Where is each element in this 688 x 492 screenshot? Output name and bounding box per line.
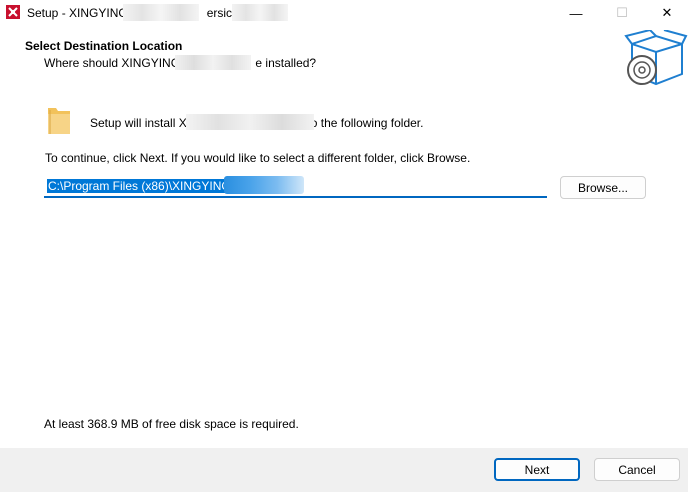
path-redaction xyxy=(224,176,304,194)
next-button[interactable]: Next xyxy=(494,458,580,481)
title-bar: Setup - XINGYING ersic — ☐ ✕ xyxy=(0,0,688,26)
cancel-button[interactable]: Cancel xyxy=(594,458,680,481)
close-button[interactable]: ✕ xyxy=(644,0,688,26)
title-redaction xyxy=(123,4,199,21)
subtitle-redaction xyxy=(175,55,251,70)
continue-instructions: To continue, click Next. If you would li… xyxy=(45,151,471,165)
folder-icon xyxy=(48,108,70,134)
wizard-header: Select Destination Location Where should… xyxy=(0,26,688,95)
disk-space-requirement: At least 368.9 MB of free disk space is … xyxy=(44,417,299,431)
install-box-icon xyxy=(624,30,688,86)
maximize-button[interactable]: ☐ xyxy=(599,0,645,26)
title-redaction-2 xyxy=(232,4,288,21)
setup-app-icon xyxy=(6,5,20,19)
install-redaction xyxy=(186,114,314,130)
path-selected-text: C:\Program Files (x86)\XINGYING xyxy=(47,179,232,193)
wizard-footer: Next Cancel xyxy=(0,448,688,492)
page-title: Select Destination Location xyxy=(25,39,183,53)
browse-button[interactable]: Browse... xyxy=(560,176,646,199)
destination-path-input[interactable]: C:\Program Files (x86)\XINGYING xyxy=(44,176,547,198)
minimize-button[interactable]: — xyxy=(553,0,599,26)
